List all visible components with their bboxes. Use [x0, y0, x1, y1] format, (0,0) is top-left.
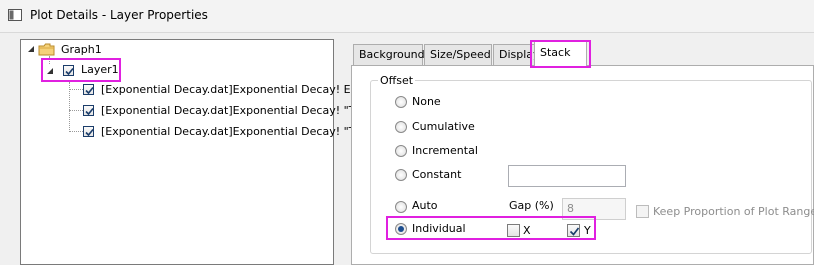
properties-tabs: Background Size/Speed Display Stack Offs…	[348, 40, 814, 265]
folder-icon	[38, 43, 55, 56]
incremental-label: Incremental	[412, 144, 478, 157]
cumulative-label: Cumulative	[412, 120, 475, 133]
title-bar: Plot Details - Layer Properties	[0, 0, 814, 33]
auto-label: Auto	[412, 199, 438, 212]
constant-label: Constant	[412, 168, 462, 181]
incremental-radio[interactable]	[395, 145, 407, 157]
tree-node-graph[interactable]: Graph1	[61, 43, 102, 56]
highlight-box-layer	[41, 58, 121, 82]
tree-connector	[69, 89, 83, 90]
gap-label: Gap (%)	[509, 199, 554, 212]
highlight-box-stack-tab	[530, 40, 591, 68]
keep-proportion-label: Keep Proportion of Plot Range	[653, 205, 814, 218]
constant-radio[interactable]	[395, 169, 407, 181]
expand-triangle-icon[interactable]	[27, 45, 35, 53]
none-radio[interactable]	[395, 96, 407, 108]
window-icon	[8, 9, 22, 21]
plot-checkbox[interactable]	[83, 105, 94, 116]
tree-node-plot-3[interactable]: [Exponential Decay.dat]Exponential Decay…	[101, 125, 363, 138]
none-label: None	[412, 95, 441, 108]
layer-tree[interactable]: Graph1 Layer1 [Exponential Decay.dat]Exp…	[20, 39, 363, 265]
plot-checkbox[interactable]	[83, 84, 94, 95]
tree-node-plot-2[interactable]: [Exponential Decay.dat]Exponential Decay…	[101, 104, 363, 117]
highlight-box-individual	[386, 216, 596, 240]
keep-proportion-checkbox[interactable]	[636, 205, 649, 218]
tab-background[interactable]: Background	[353, 44, 425, 65]
plot-checkbox[interactable]	[83, 126, 94, 137]
offset-group-label: Offset	[378, 74, 416, 87]
tab-size-speed[interactable]: Size/Speed	[424, 44, 492, 65]
stack-tab-panel: Offset None Cumulative Incremental Const…	[351, 65, 814, 265]
constant-value-input[interactable]	[508, 165, 626, 187]
tab-display[interactable]: Display	[493, 44, 540, 65]
tree-node-plot-1[interactable]: [Exponential Decay.dat]Exponential Decay…	[101, 83, 362, 96]
window-title: Plot Details - Layer Properties	[30, 8, 208, 22]
auto-radio[interactable]	[395, 201, 407, 213]
cumulative-radio[interactable]	[395, 121, 407, 133]
tree-connector	[69, 131, 83, 132]
tree-connector	[69, 110, 83, 111]
